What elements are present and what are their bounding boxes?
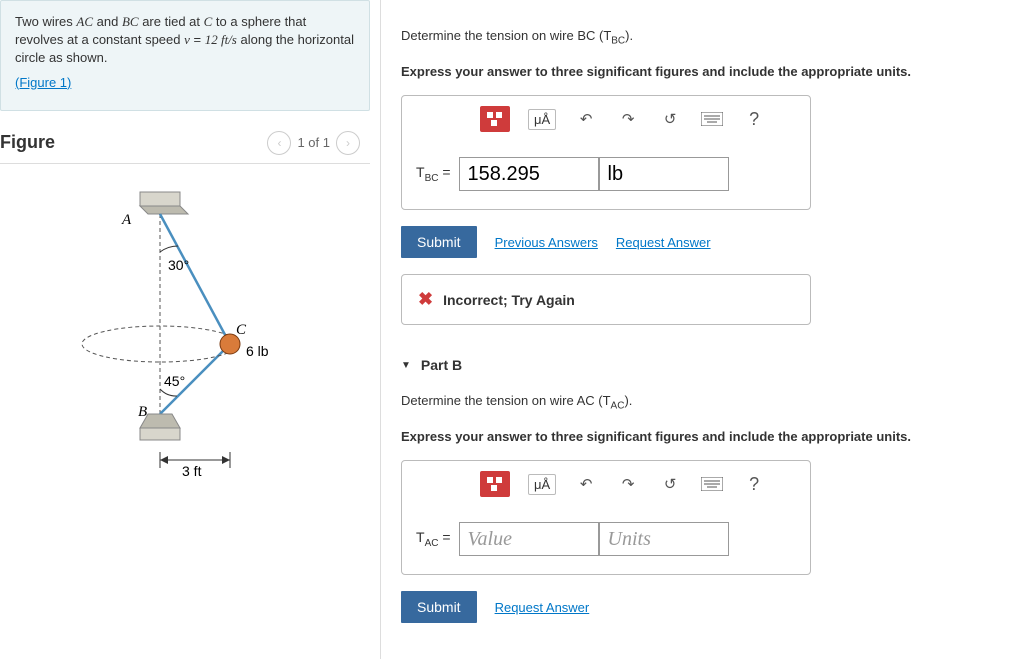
partb-question: Determine the tension on wire AC (TAC). xyxy=(401,391,1004,414)
undo-icon[interactable]: ↶ xyxy=(574,473,598,495)
svg-text:45°: 45° xyxy=(164,373,185,389)
reset-icon[interactable]: ↺ xyxy=(658,108,682,130)
figure-link[interactable]: (Figure 1) xyxy=(15,75,71,90)
svg-text:A: A xyxy=(121,212,132,228)
partb-header[interactable]: ▼ Part B xyxy=(401,357,1004,373)
figure-pager: ‹ 1 of 1 › xyxy=(267,131,360,155)
parta-instruction: Express your answer to three significant… xyxy=(401,62,1004,82)
svg-text:C: C xyxy=(236,322,247,338)
redo-icon[interactable]: ↷ xyxy=(616,108,640,130)
keyboard-icon[interactable] xyxy=(700,473,724,495)
svg-text:6 lb: 6 lb xyxy=(246,343,269,359)
parta-value-input[interactable] xyxy=(459,157,599,191)
svg-text:3 ft: 3 ft xyxy=(182,463,202,479)
partb-instruction: Express your answer to three significant… xyxy=(401,427,1004,447)
figure-title: Figure xyxy=(0,132,55,153)
reset-icon[interactable]: ↺ xyxy=(658,473,682,495)
pager-next-button[interactable]: › xyxy=(336,131,360,155)
parta-request-answer-link[interactable]: Request Answer xyxy=(616,235,711,250)
help-icon[interactable]: ? xyxy=(742,108,766,130)
partb-value-input[interactable] xyxy=(459,522,599,556)
figure-diagram: A 30° 45° C 6 lb xyxy=(0,164,380,484)
template-icon[interactable] xyxy=(480,106,510,132)
template-icon[interactable] xyxy=(480,471,510,497)
caret-down-icon: ▼ xyxy=(401,360,411,371)
parta-units-input[interactable] xyxy=(599,157,729,191)
redo-icon[interactable]: ↷ xyxy=(616,473,640,495)
parta-previous-answers-link[interactable]: Previous Answers xyxy=(495,235,598,250)
partb-variable-label: TAC = xyxy=(416,529,451,549)
units-button[interactable]: μÅ xyxy=(528,109,556,130)
keyboard-icon[interactable] xyxy=(700,108,724,130)
partb-units-input[interactable] xyxy=(599,522,729,556)
undo-icon[interactable]: ↶ xyxy=(574,108,598,130)
parta-submit-button[interactable]: Submit xyxy=(401,226,477,258)
svg-text:B: B xyxy=(138,404,147,420)
svg-text:30°: 30° xyxy=(168,257,189,273)
units-button[interactable]: μÅ xyxy=(528,474,556,495)
partb-answer-box: μÅ ↶ ↷ ↺ ? TAC = xyxy=(401,460,811,575)
partb-request-answer-link[interactable]: Request Answer xyxy=(495,600,590,615)
partb-submit-button[interactable]: Submit xyxy=(401,591,477,623)
parta-feedback: ✖ Incorrect; Try Again xyxy=(401,274,811,325)
incorrect-icon: ✖ xyxy=(418,289,433,310)
parta-answer-box: μÅ ↶ ↷ ↺ ? TBC = xyxy=(401,95,811,210)
parta-variable-label: TBC = xyxy=(416,164,451,184)
help-icon[interactable]: ? xyxy=(742,473,766,495)
parta-question: Determine the tension on wire BC (TBC). xyxy=(401,26,1004,49)
problem-statement: Two wires AC and BC are tied at C to a s… xyxy=(0,0,370,111)
pager-prev-button[interactable]: ‹ xyxy=(267,131,291,155)
